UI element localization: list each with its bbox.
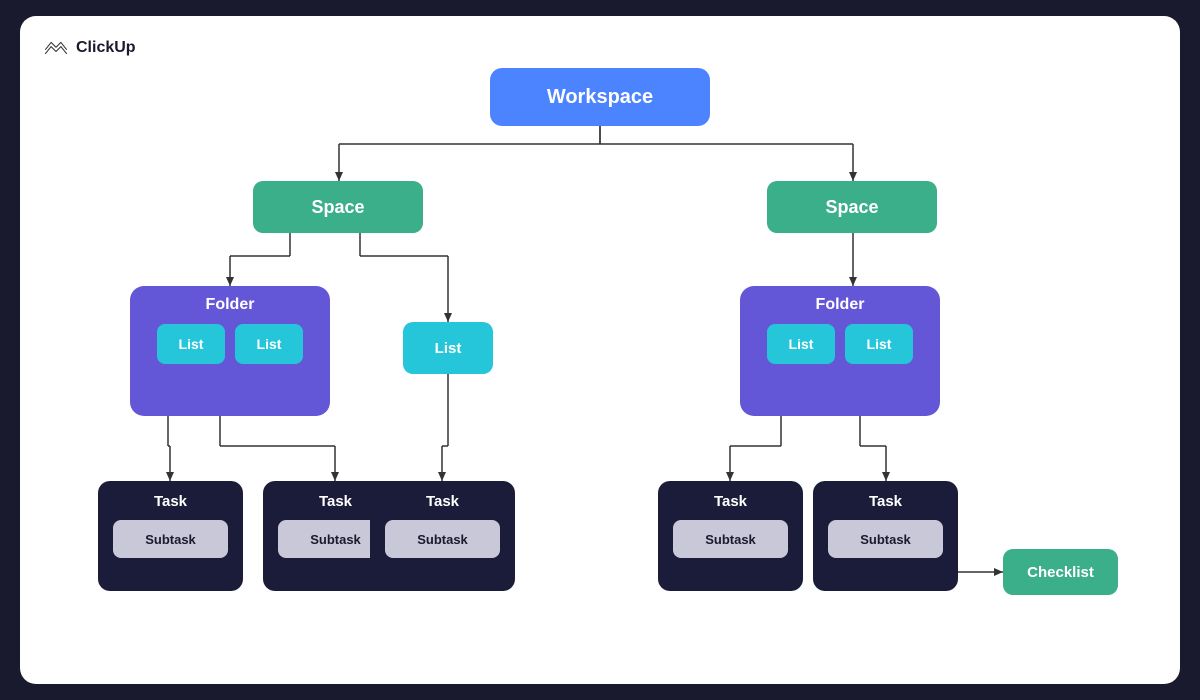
workspace-node: Workspace [490,68,710,126]
folder-left-list-2: List [235,324,303,364]
checklist-node: Checklist [1003,549,1118,595]
space-left-label: Space [311,197,364,218]
logo: ClickUp [42,34,136,62]
folder-left-label: Folder [206,296,255,314]
task-3-node: Task Subtask [370,481,515,591]
folder-left-list-1: List [157,324,225,364]
folder-left-node: Folder List List [130,286,330,416]
clickup-logo-icon [42,34,70,62]
task-1-subtask: Subtask [113,520,228,558]
logo-text: ClickUp [76,39,136,57]
space-right-label: Space [825,197,878,218]
task-2-title: Task [319,493,352,510]
task-5-title: Task [869,493,902,510]
main-card: ClickUp [20,16,1180,684]
checklist-label: Checklist [1027,564,1094,581]
task-4-node: Task Subtask [658,481,803,591]
task-5-subtask: Subtask [828,520,943,558]
folder-right-node: Folder List List [740,286,940,416]
task-5-node: Task Subtask [813,481,958,591]
task-4-subtask: Subtask [673,520,788,558]
task-3-title: Task [426,493,459,510]
workspace-label: Workspace [547,86,653,109]
folder-right-list-2: List [845,324,913,364]
folder-right-list-1: List [767,324,835,364]
space-left-node: Space [253,181,423,233]
task-1-node: Task Subtask [98,481,243,591]
task-3-subtask: Subtask [385,520,500,558]
list-standalone-node: List [403,322,493,374]
task-1-title: Task [154,493,187,510]
list-standalone-label: List [435,340,462,357]
task-4-title: Task [714,493,747,510]
folder-right-label: Folder [816,296,865,314]
space-right-node: Space [767,181,937,233]
folder-right-lists: List List [767,324,913,364]
folder-left-lists: List List [157,324,303,364]
